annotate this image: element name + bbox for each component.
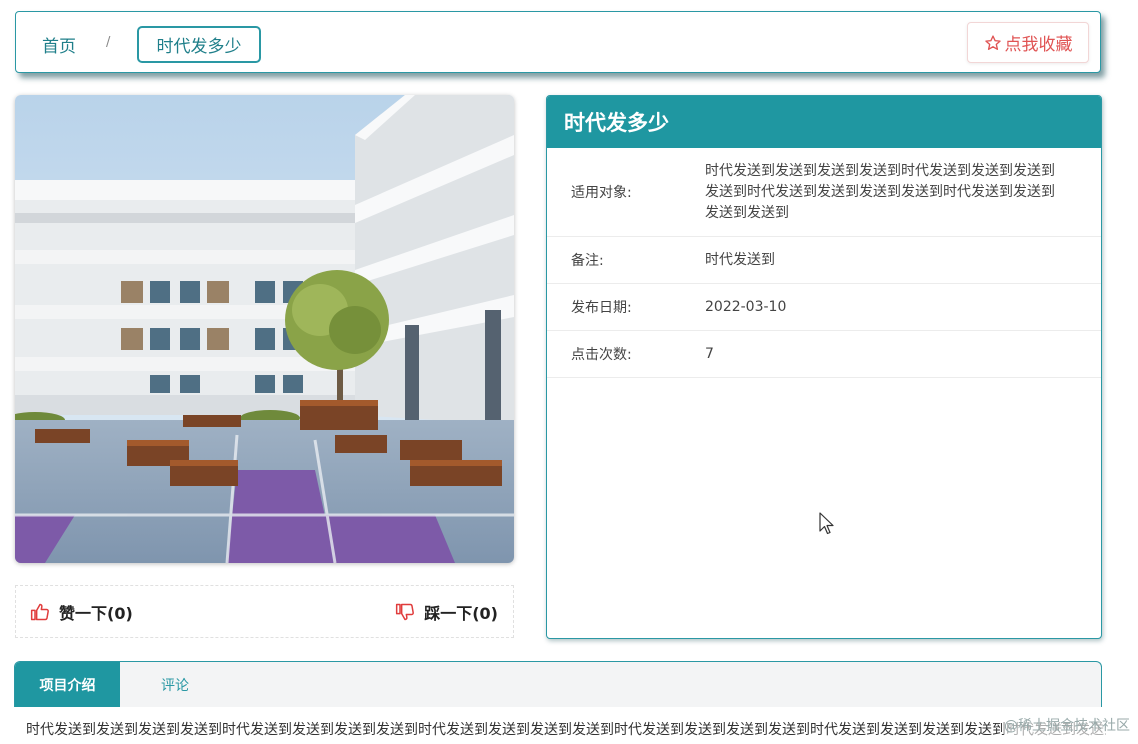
detail-value: 时代发送到发送到发送到发送到时代发送到发送到发送到发送到时代发送到发送到发送到发… [705, 162, 1055, 221]
detail-title: 时代发多少 [547, 96, 1101, 148]
detail-row-date: 发布日期: 2022-03-10 [547, 284, 1101, 331]
detail-label: 适用对象: [571, 185, 632, 201]
thumbs-up-icon [30, 603, 49, 621]
dislike-button[interactable]: 踩一下(0) [395, 600, 498, 624]
detail-card: 时代发多少 适用对象: 时代发送到发送到发送到发送到时代发送到发送到发送到发送到… [546, 95, 1102, 639]
like-label: 赞一下(0) [59, 604, 133, 623]
breadcrumb-separator: / [106, 35, 111, 50]
like-button[interactable]: 赞一下(0) [30, 600, 133, 624]
detail-label: 备注: [571, 253, 604, 269]
detail-value: 7 [705, 345, 714, 362]
watermark: @稀土掘金技术社区 [1004, 715, 1130, 735]
favorite-button[interactable]: 点我收藏 [967, 22, 1089, 63]
breadcrumb-current[interactable]: 时代发多少 [137, 26, 261, 63]
dislike-label: 踩一下(0) [424, 604, 498, 623]
star-outline-icon [984, 34, 1001, 50]
tab-bar: 项目介绍 评论 [14, 661, 1102, 707]
detail-value: 时代发送到 [705, 251, 775, 268]
project-description: 时代发送到发送到发送到发送到时代发送到发送到发送到发送到时代发送到发送到发送到发… [26, 722, 1106, 738]
project-photo [15, 95, 514, 563]
detail-row-remark: 备注: 时代发送到 [547, 237, 1101, 284]
detail-label: 发布日期: [571, 300, 632, 316]
tab-comments[interactable]: 评论 [120, 662, 230, 707]
detail-row-clicks: 点击次数: 7 [547, 331, 1101, 378]
detail-label: 点击次数: [571, 347, 632, 363]
detail-value: 2022-03-10 [705, 298, 787, 315]
tab-project-intro[interactable]: 项目介绍 [15, 662, 120, 707]
mouse-cursor-icon [819, 512, 834, 535]
breadcrumb-home-link[interactable]: 首页 [42, 32, 76, 57]
thumbs-down-icon [396, 603, 415, 621]
vote-bar: 赞一下(0) 踩一下(0) [15, 585, 514, 638]
detail-row-target: 适用对象: 时代发送到发送到发送到发送到时代发送到发送到发送到发送到时代发送到发… [547, 148, 1101, 237]
favorite-label: 点我收藏 [1004, 35, 1073, 55]
breadcrumb-bar: 首页 / 时代发多少 点我收藏 [15, 11, 1101, 73]
